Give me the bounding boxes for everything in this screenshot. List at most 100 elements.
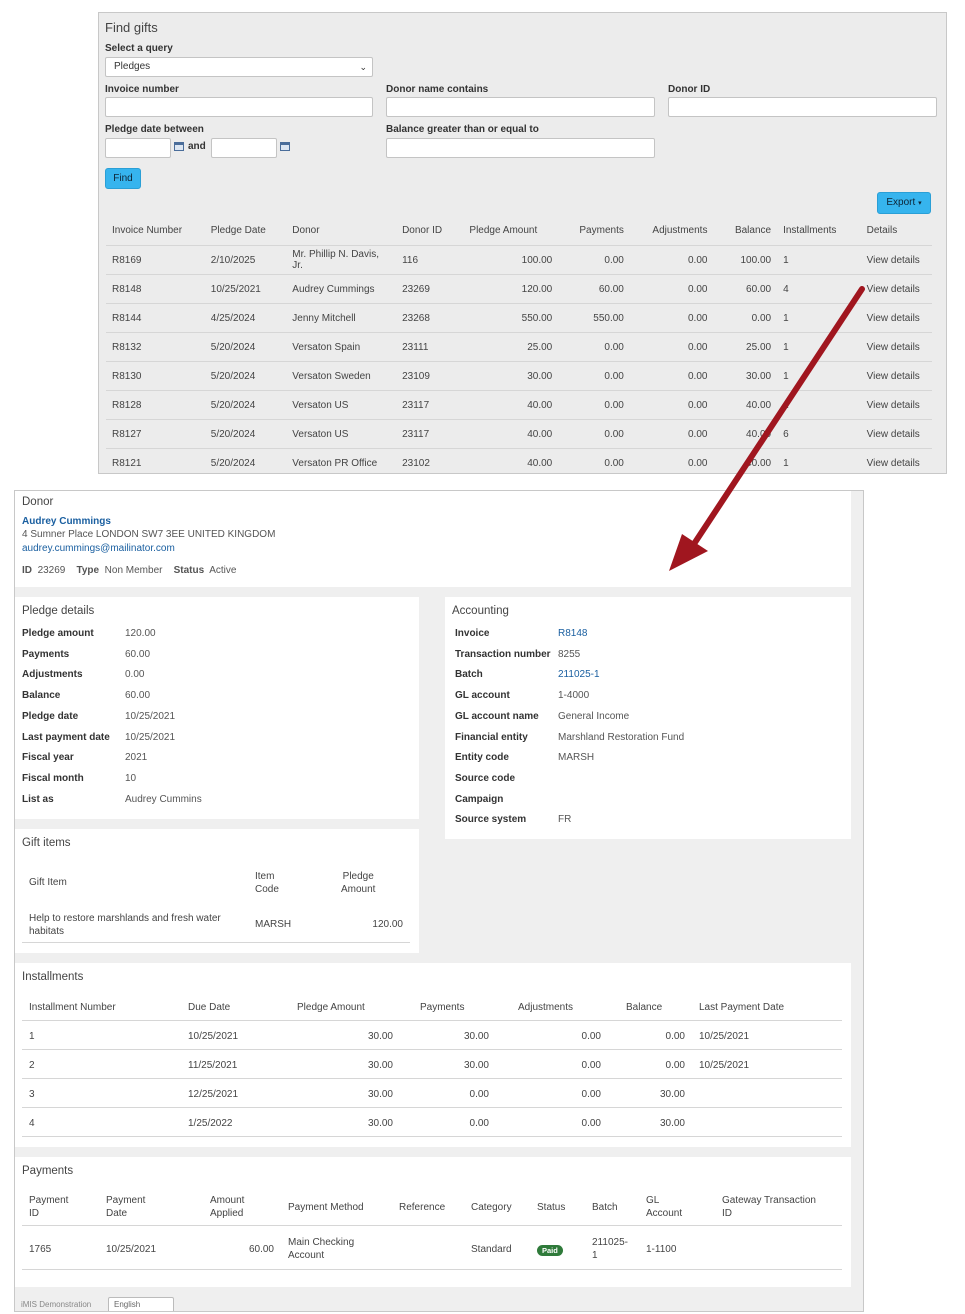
donor-link[interactable]: Versaton US <box>286 419 397 449</box>
donor-link[interactable]: Versaton US <box>286 390 397 420</box>
col-pledge-amount[interactable]: Pledge Amount <box>463 215 558 246</box>
donor-id-input[interactable] <box>668 97 937 117</box>
gift-item-desc-line2: habitats <box>29 926 65 937</box>
language-select[interactable]: English <box>108 1297 174 1311</box>
table-row: R8127 5/20/2024 Versaton US 23117 40.00 0.00 0… <box>106 419 932 449</box>
view-details-link[interactable]: View details <box>860 245 932 275</box>
invoice-number-input[interactable] <box>105 97 373 117</box>
col-adjustments[interactable]: Adjustments <box>630 215 714 246</box>
donor-link[interactable]: Jenny Mitchell <box>286 303 397 333</box>
col-pledge-date[interactable]: Pledge Date <box>205 215 287 246</box>
col-payments: Payments <box>420 1002 465 1013</box>
installments-cell: 1 <box>777 332 861 362</box>
gift-item-amount: 120.00 <box>372 919 403 930</box>
view-details-link[interactable]: View details <box>860 361 932 391</box>
accounting-value: MARSH <box>558 752 595 764</box>
view-details-link[interactable]: View details <box>860 303 932 333</box>
accounting-value: General Income <box>558 710 630 722</box>
donor-link[interactable]: Versaton PR Office <box>286 448 397 477</box>
donor-link[interactable]: Versaton Spain <box>286 332 397 362</box>
donor-name-link[interactable]: Audrey Cummings <box>22 516 111 527</box>
donor-link[interactable]: Audrey Cummings <box>286 274 397 304</box>
pledge-details-title: Pledge details <box>22 605 95 617</box>
pledge-amount-cell: 40.00 <box>463 419 559 449</box>
installments-cell: 1 <box>777 448 861 477</box>
col-invoice-number[interactable]: Invoice Number <box>106 215 205 246</box>
col-payments[interactable]: Payments <box>558 215 630 246</box>
query-label: Select a query <box>105 43 173 54</box>
donor-id-cell: 23109 <box>396 361 464 391</box>
balance-cell: 40.00 <box>713 390 778 420</box>
col-balance[interactable]: Balance <box>713 215 777 246</box>
pledge-date-to-input[interactable] <box>211 138 277 158</box>
col-payment-id: Payment ID <box>29 1194 68 1220</box>
pledge-date-from-input[interactable] <box>105 138 171 158</box>
col-item-code: Item Code <box>255 870 279 896</box>
find-button[interactable]: Find <box>105 168 141 189</box>
view-details-link[interactable]: View details <box>860 448 932 477</box>
detail-label: Pledge amount <box>22 628 94 639</box>
accounting-row: Batch 211025-1 <box>455 669 845 683</box>
payments-cell: 550.00 <box>558 303 630 333</box>
accounting-row: Source code <box>455 773 845 787</box>
detail-row: Fiscal year 2021 <box>22 752 412 766</box>
query-select[interactable]: Pledges ⌄ <box>105 57 373 77</box>
payments-title: Payments <box>22 1165 74 1177</box>
table-row: R8144 4/25/2024 Jenny Mitchell 23268 550.00 5… <box>106 303 932 333</box>
view-details-link[interactable]: View details <box>860 274 932 304</box>
detail-row: Pledge date 10/25/2021 <box>22 711 412 725</box>
export-button[interactable]: Export ▾ <box>877 192 931 214</box>
accounting-link[interactable]: R8148 <box>558 628 587 639</box>
footer-site-name: iMIS Demonstration <box>21 1300 92 1309</box>
donor-id-cell: 23117 <box>396 390 464 420</box>
pledge-amount-cell: 40.00 <box>463 448 559 477</box>
batch-link[interactable]: 211025- 1 <box>592 1236 628 1262</box>
view-details-link[interactable]: View details <box>860 419 932 449</box>
invoice-link[interactable]: R8127 <box>106 419 205 449</box>
id-label: ID <box>22 565 32 576</box>
col-payment-id-line2: ID <box>29 1208 39 1219</box>
calendar-icon[interactable] <box>280 142 290 151</box>
invoice-link[interactable]: R8130 <box>106 361 205 391</box>
view-details-link[interactable]: View details <box>860 332 932 362</box>
donor-name-input[interactable] <box>386 97 655 117</box>
table-row: R8148 10/25/2021 Audrey Cummings 23269 120.0… <box>106 274 932 304</box>
invoice-link[interactable]: R8169 <box>106 245 205 275</box>
invoice-link[interactable]: R8132 <box>106 332 205 362</box>
col-pledge-amount-line2: Amount <box>341 884 376 895</box>
accounting-panel: Accounting Invoice R8148 Transaction numbe… <box>445 597 851 839</box>
accounting-value: FR <box>558 814 572 826</box>
view-details-link[interactable]: View details <box>860 390 932 420</box>
col-due-date: Due Date <box>188 1002 231 1013</box>
detail-label: Fiscal year <box>22 752 74 764</box>
donor-link[interactable]: Versaton Sweden <box>286 361 397 391</box>
invoice-link[interactable]: R8144 <box>106 303 205 333</box>
col-installments[interactable]: Installments <box>777 215 861 246</box>
accounting-label: GL account <box>455 690 510 702</box>
pledge-date-cell: 5/20/2024 <box>204 332 287 362</box>
accounting-label: Invoice <box>455 628 490 639</box>
gift-item-desc-line1: Help to restore marshlands and fresh wat… <box>29 913 221 924</box>
invoice-link[interactable]: R8121 <box>106 448 205 477</box>
col-reference: Reference <box>399 1202 446 1213</box>
payments-cell: 60.00 <box>558 274 630 304</box>
col-status: Status <box>537 1202 566 1213</box>
installments-cell: 1 <box>777 390 861 420</box>
pledge-date-cell: 2/10/2025 <box>204 245 287 275</box>
col-gl-line2: Account <box>646 1208 683 1219</box>
invoice-link[interactable]: R8128 <box>106 390 205 420</box>
installment-num: 1 <box>29 1031 35 1042</box>
table-row: R8132 5/20/2024 Versaton Spain 23111 25.00 0.… <box>106 332 932 362</box>
invoice-link[interactable]: R8148 <box>106 274 205 304</box>
donor-link[interactable]: Mr. Phillip N. Davis, Jr. <box>286 245 397 275</box>
balance-input[interactable] <box>386 138 655 158</box>
batch-line1: 211025- <box>592 1237 628 1248</box>
accounting-link[interactable]: 211025-1 <box>558 669 600 680</box>
calendar-icon[interactable] <box>174 142 184 151</box>
divider <box>22 1049 842 1050</box>
col-donor-id[interactable]: Donor ID <box>396 215 463 246</box>
donor-email-link[interactable]: audrey.cummings@mailinator.com <box>22 543 175 554</box>
col-donor[interactable]: Donor <box>286 215 396 246</box>
payment-id-link[interactable]: 1765 <box>29 1243 51 1256</box>
installment-payments: 30.00 <box>463 1031 489 1042</box>
